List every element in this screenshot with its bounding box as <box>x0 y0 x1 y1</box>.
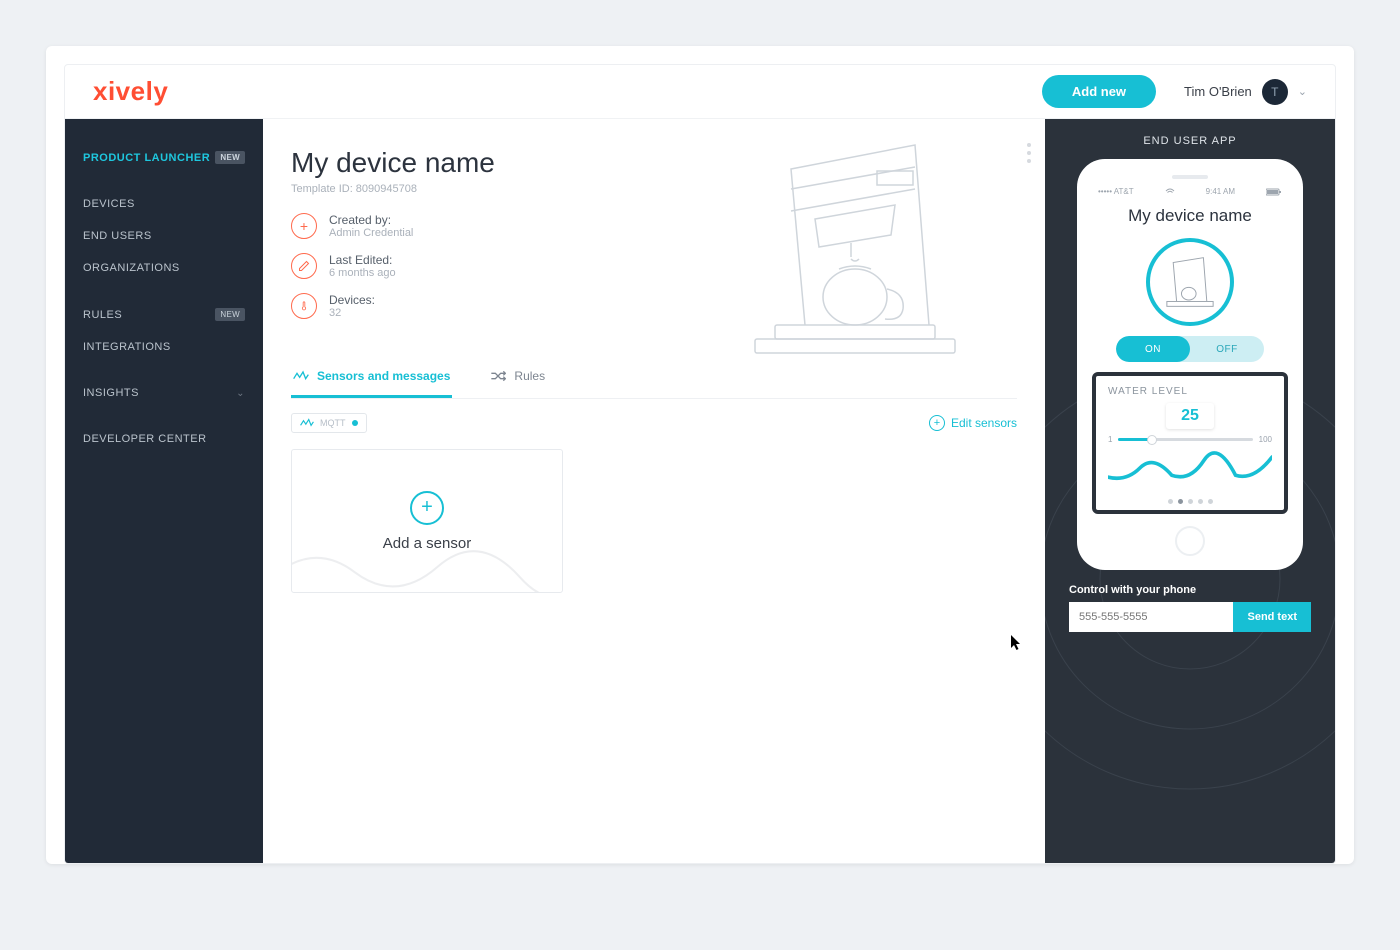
send-text-button[interactable]: Send text <box>1233 602 1311 632</box>
device-ring-icon <box>1146 238 1234 326</box>
end-user-app-panel: END USER APP ••••• AT&T 9:41 AM My devic… <box>1045 119 1335 863</box>
toggle-off-label: OFF <box>1190 336 1264 362</box>
add-new-button[interactable]: Add new <box>1042 75 1156 108</box>
phone-status-bar: ••••• AT&T 9:41 AM <box>1098 187 1282 196</box>
brand-text: xively <box>93 76 168 106</box>
sidebar-item-label: PRODUCT LAUNCHER <box>83 152 210 164</box>
sidebar-item-product-launcher[interactable]: PRODUCT LAUNCHER NEW <box>65 141 263 174</box>
carrier-label: ••••• AT&T <box>1098 187 1134 196</box>
cursor-icon <box>1011 635 1023 651</box>
tab-sensors[interactable]: Sensors and messages <box>291 359 452 398</box>
time-label: 9:41 AM <box>1206 187 1235 196</box>
status-dot-icon <box>352 420 358 426</box>
widget-label: WATER LEVEL <box>1108 386 1272 397</box>
water-level-widget: WATER LEVEL 25 1 100 <box>1092 372 1288 514</box>
on-off-toggle[interactable]: ON OFF <box>1116 336 1264 362</box>
shuffle-icon <box>490 370 506 382</box>
widget-value: 25 <box>1166 403 1214 429</box>
device-mini-illustration <box>1162 254 1218 310</box>
kebab-menu-icon[interactable] <box>1027 143 1031 163</box>
meta-label: Created by: <box>329 213 413 227</box>
tab-bar: Sensors and messages Rules <box>291 359 1017 399</box>
sidebar-item-label: ORGANIZATIONS <box>83 262 180 274</box>
new-badge: NEW <box>215 308 245 321</box>
brand-logo: xively <box>93 76 168 107</box>
add-sensor-card[interactable]: + Add a sensor <box>291 449 563 593</box>
plus-circle-icon: + <box>410 491 444 525</box>
plus-icon: + <box>291 213 317 239</box>
meta-value: 32 <box>329 307 375 319</box>
tab-label: Rules <box>514 369 545 383</box>
sidebar-item-label: DEVELOPER CENTER <box>83 433 207 445</box>
page-dots[interactable] <box>1108 499 1272 504</box>
pencil-icon <box>291 253 317 279</box>
main-content: My device name Template ID: 8090945708 +… <box>263 119 1045 863</box>
sidebar: PRODUCT LAUNCHER NEW DEVICES END USERS O… <box>65 119 263 863</box>
app-window: xively Add new Tim O'Brien T ⌄ PRODUCT L… <box>64 64 1336 864</box>
user-name: Tim O'Brien <box>1184 84 1252 99</box>
tab-rules[interactable]: Rules <box>488 359 547 398</box>
meta-label: Last Edited: <box>329 253 396 267</box>
edit-sensors-label: Edit sensors <box>951 416 1017 430</box>
sidebar-item-organizations[interactable]: ORGANIZATIONS <box>65 252 263 284</box>
sidebar-item-insights[interactable]: INSIGHTS ⌄ <box>65 377 263 409</box>
wave-icon <box>300 418 314 428</box>
slider-thumb[interactable] <box>1147 435 1157 445</box>
sidebar-item-label: RULES <box>83 309 122 321</box>
wave-bg-icon <box>291 536 563 593</box>
sidebar-item-end-users[interactable]: END USERS <box>65 220 263 252</box>
wave-icon <box>293 370 309 382</box>
phone-home-button-icon <box>1175 526 1205 556</box>
sparkline-icon <box>1108 448 1272 488</box>
chip-label: MQTT <box>320 418 346 428</box>
phone-preview: ••••• AT&T 9:41 AM My device name <box>1077 159 1303 570</box>
phone-screen-title: My device name <box>1128 206 1252 226</box>
phone-input[interactable] <box>1069 602 1233 632</box>
plus-circle-icon: + <box>929 415 945 431</box>
device-illustration <box>745 139 975 359</box>
chevron-down-icon: ⌄ <box>1298 85 1307 98</box>
sidebar-item-developer-center[interactable]: DEVELOPER CENTER <box>65 423 263 455</box>
slider-min: 1 <box>1108 435 1112 444</box>
battery-icon <box>1266 188 1282 196</box>
tab-label: Sensors and messages <box>317 369 450 383</box>
user-menu[interactable]: Tim O'Brien T ⌄ <box>1184 79 1307 105</box>
meta-value: Admin Credential <box>329 227 413 239</box>
edit-sensors-button[interactable]: + Edit sensors <box>929 415 1017 431</box>
cta-label: Control with your phone <box>1069 584 1311 596</box>
slider-max: 100 <box>1259 435 1272 444</box>
sidebar-item-label: INTEGRATIONS <box>83 341 171 353</box>
sidebar-item-label: INSIGHTS <box>83 387 139 399</box>
panel-title: END USER APP <box>1143 135 1236 147</box>
wifi-icon <box>1165 188 1175 196</box>
meta-value: 6 months ago <box>329 267 396 279</box>
slider-track <box>1118 438 1252 441</box>
protocol-chip[interactable]: MQTT <box>291 413 367 433</box>
new-badge: NEW <box>215 151 245 164</box>
phone-speaker-icon <box>1172 175 1208 179</box>
water-level-slider[interactable]: 1 100 <box>1108 435 1272 444</box>
sidebar-item-integrations[interactable]: INTEGRATIONS <box>65 331 263 363</box>
meta-label: Devices: <box>329 293 375 307</box>
top-bar: xively Add new Tim O'Brien T ⌄ <box>65 65 1335 119</box>
sidebar-item-rules[interactable]: RULES NEW <box>65 298 263 331</box>
sidebar-item-devices[interactable]: DEVICES <box>65 188 263 220</box>
thermometer-icon <box>291 293 317 319</box>
chevron-down-icon: ⌄ <box>236 388 245 399</box>
toggle-on-label: ON <box>1116 336 1190 362</box>
sidebar-item-label: END USERS <box>83 230 152 242</box>
sidebar-item-label: DEVICES <box>83 198 135 210</box>
user-avatar: T <box>1262 79 1288 105</box>
phone-cta: Control with your phone Send text <box>1069 584 1311 632</box>
